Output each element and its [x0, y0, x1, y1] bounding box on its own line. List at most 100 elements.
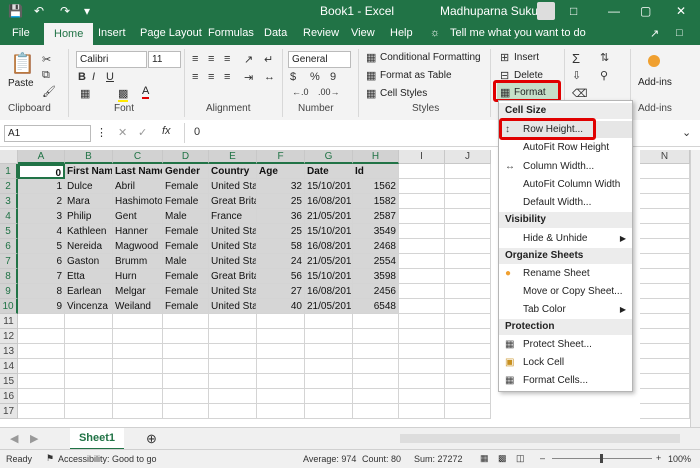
- align-top-icon[interactable]: ≡: [192, 53, 198, 65]
- fill-icon[interactable]: ⇩: [572, 69, 581, 82]
- cell-e14[interactable]: [209, 359, 257, 374]
- cell-c10[interactable]: Weiland: [113, 299, 163, 314]
- cut-icon[interactable]: ✂: [42, 53, 51, 66]
- cell-i16[interactable]: [399, 389, 445, 404]
- cell-e17[interactable]: [209, 404, 257, 419]
- cell-j17[interactable]: [445, 404, 491, 419]
- row-header-7[interactable]: 7: [0, 254, 18, 269]
- cell-a9[interactable]: 8: [18, 284, 65, 299]
- row-header-5[interactable]: 5: [0, 224, 18, 239]
- cell-f15[interactable]: [257, 374, 305, 389]
- cell-b9[interactable]: Earlean: [65, 284, 113, 299]
- underline-button[interactable]: U: [106, 71, 114, 83]
- cell-h4[interactable]: 2587: [353, 209, 399, 224]
- cell-styles-button[interactable]: Cell Styles: [380, 88, 427, 99]
- cell-d11[interactable]: [163, 314, 209, 329]
- merge-center-icon[interactable]: ↔: [264, 71, 275, 83]
- cell-f5[interactable]: 25: [257, 224, 305, 239]
- sort-filter-icon[interactable]: ⇅: [600, 51, 609, 64]
- cell-g14[interactable]: [305, 359, 353, 374]
- cell-f7[interactable]: 24: [257, 254, 305, 269]
- accessibility-status[interactable]: Accessibility: Good to go: [58, 454, 157, 464]
- cell-c2[interactable]: Abril: [113, 179, 163, 194]
- cell-b10[interactable]: Vincenza: [65, 299, 113, 314]
- cell-f9[interactable]: 27: [257, 284, 305, 299]
- column-header-n[interactable]: N: [640, 150, 690, 164]
- horizontal-scrollbar[interactable]: [400, 434, 680, 443]
- cell-g7[interactable]: 21/05/201: [305, 254, 353, 269]
- cell-h9[interactable]: 2456: [353, 284, 399, 299]
- row-header-1[interactable]: 1: [0, 164, 18, 179]
- format-as-table-button[interactable]: Format as Table: [380, 70, 452, 81]
- cell-f2[interactable]: 32: [257, 179, 305, 194]
- cell-a17[interactable]: [18, 404, 65, 419]
- cell-b7[interactable]: Gaston: [65, 254, 113, 269]
- maximize-icon[interactable]: ▢: [640, 4, 651, 18]
- cell-j8[interactable]: [445, 269, 491, 284]
- cell-a6[interactable]: 5: [18, 239, 65, 254]
- tab-insert[interactable]: Insert: [98, 27, 126, 39]
- cell-b5[interactable]: Kathleen: [65, 224, 113, 239]
- customize-qat-icon[interactable]: ▾: [84, 4, 90, 18]
- cell-n6[interactable]: [640, 239, 690, 254]
- cell-a16[interactable]: [18, 389, 65, 404]
- cell-c15[interactable]: [113, 374, 163, 389]
- cell-i14[interactable]: [399, 359, 445, 374]
- row-header-3[interactable]: 3: [0, 194, 18, 209]
- cell-i17[interactable]: [399, 404, 445, 419]
- cell-e3[interactable]: Great Brita: [209, 194, 257, 209]
- cell-d16[interactable]: [163, 389, 209, 404]
- cell-g10[interactable]: 21/05/201: [305, 299, 353, 314]
- cell-j1[interactable]: [445, 164, 491, 179]
- cell-g8[interactable]: 15/10/201: [305, 269, 353, 284]
- cell-i13[interactable]: [399, 344, 445, 359]
- cell-a7[interactable]: 6: [18, 254, 65, 269]
- cell-c16[interactable]: [113, 389, 163, 404]
- cell-d6[interactable]: Female: [163, 239, 209, 254]
- number-format-combo[interactable]: General: [288, 51, 351, 68]
- cell-n15[interactable]: [640, 374, 690, 389]
- cell-a2[interactable]: 1: [18, 179, 65, 194]
- cell-e9[interactable]: United Sta: [209, 284, 257, 299]
- cell-n9[interactable]: [640, 284, 690, 299]
- cell-c9[interactable]: Melgar: [113, 284, 163, 299]
- menu-item-hide-unhide[interactable]: Hide & Unhide ▶: [499, 230, 632, 247]
- cell-c11[interactable]: [113, 314, 163, 329]
- tab-home[interactable]: Home: [44, 23, 94, 45]
- vertical-scrollbar[interactable]: [690, 150, 700, 427]
- cell-d2[interactable]: Female: [163, 179, 209, 194]
- cell-i8[interactable]: [399, 269, 445, 284]
- redo-icon[interactable]: ↷: [60, 4, 70, 18]
- average-status[interactable]: Average: 974: [303, 454, 356, 464]
- cell-d8[interactable]: Female: [163, 269, 209, 284]
- row-header-8[interactable]: 8: [0, 269, 18, 284]
- wrap-text-icon[interactable]: ↵: [264, 53, 273, 66]
- cell-d1[interactable]: Gender: [163, 164, 209, 179]
- row-header-4[interactable]: 4: [0, 209, 18, 224]
- menu-item-default-width[interactable]: Default Width...: [499, 194, 632, 211]
- formula-input[interactable]: 0: [194, 126, 200, 138]
- cell-h13[interactable]: [353, 344, 399, 359]
- cell-b11[interactable]: [65, 314, 113, 329]
- tab-page-layout[interactable]: Page Layout: [140, 27, 202, 39]
- tab-help[interactable]: Help: [390, 27, 413, 39]
- row-header-12[interactable]: 12: [0, 329, 18, 344]
- cell-d12[interactable]: [163, 329, 209, 344]
- cell-d4[interactable]: Male: [163, 209, 209, 224]
- cell-e6[interactable]: United Sta: [209, 239, 257, 254]
- cell-f13[interactable]: [257, 344, 305, 359]
- cancel-entry-icon[interactable]: ✕: [118, 126, 127, 139]
- row-header-10[interactable]: 10: [0, 299, 18, 314]
- avatar[interactable]: [537, 2, 555, 20]
- cell-f1[interactable]: Age: [257, 164, 305, 179]
- cell-g9[interactable]: 16/08/201: [305, 284, 353, 299]
- cell-i2[interactable]: [399, 179, 445, 194]
- cell-e1[interactable]: Country: [209, 164, 257, 179]
- column-header-c[interactable]: C: [113, 150, 163, 164]
- cell-d7[interactable]: Male: [163, 254, 209, 269]
- column-header-b[interactable]: B: [65, 150, 113, 164]
- cell-n13[interactable]: [640, 344, 690, 359]
- cell-i1[interactable]: [399, 164, 445, 179]
- cell-a5[interactable]: 4: [18, 224, 65, 239]
- cell-j16[interactable]: [445, 389, 491, 404]
